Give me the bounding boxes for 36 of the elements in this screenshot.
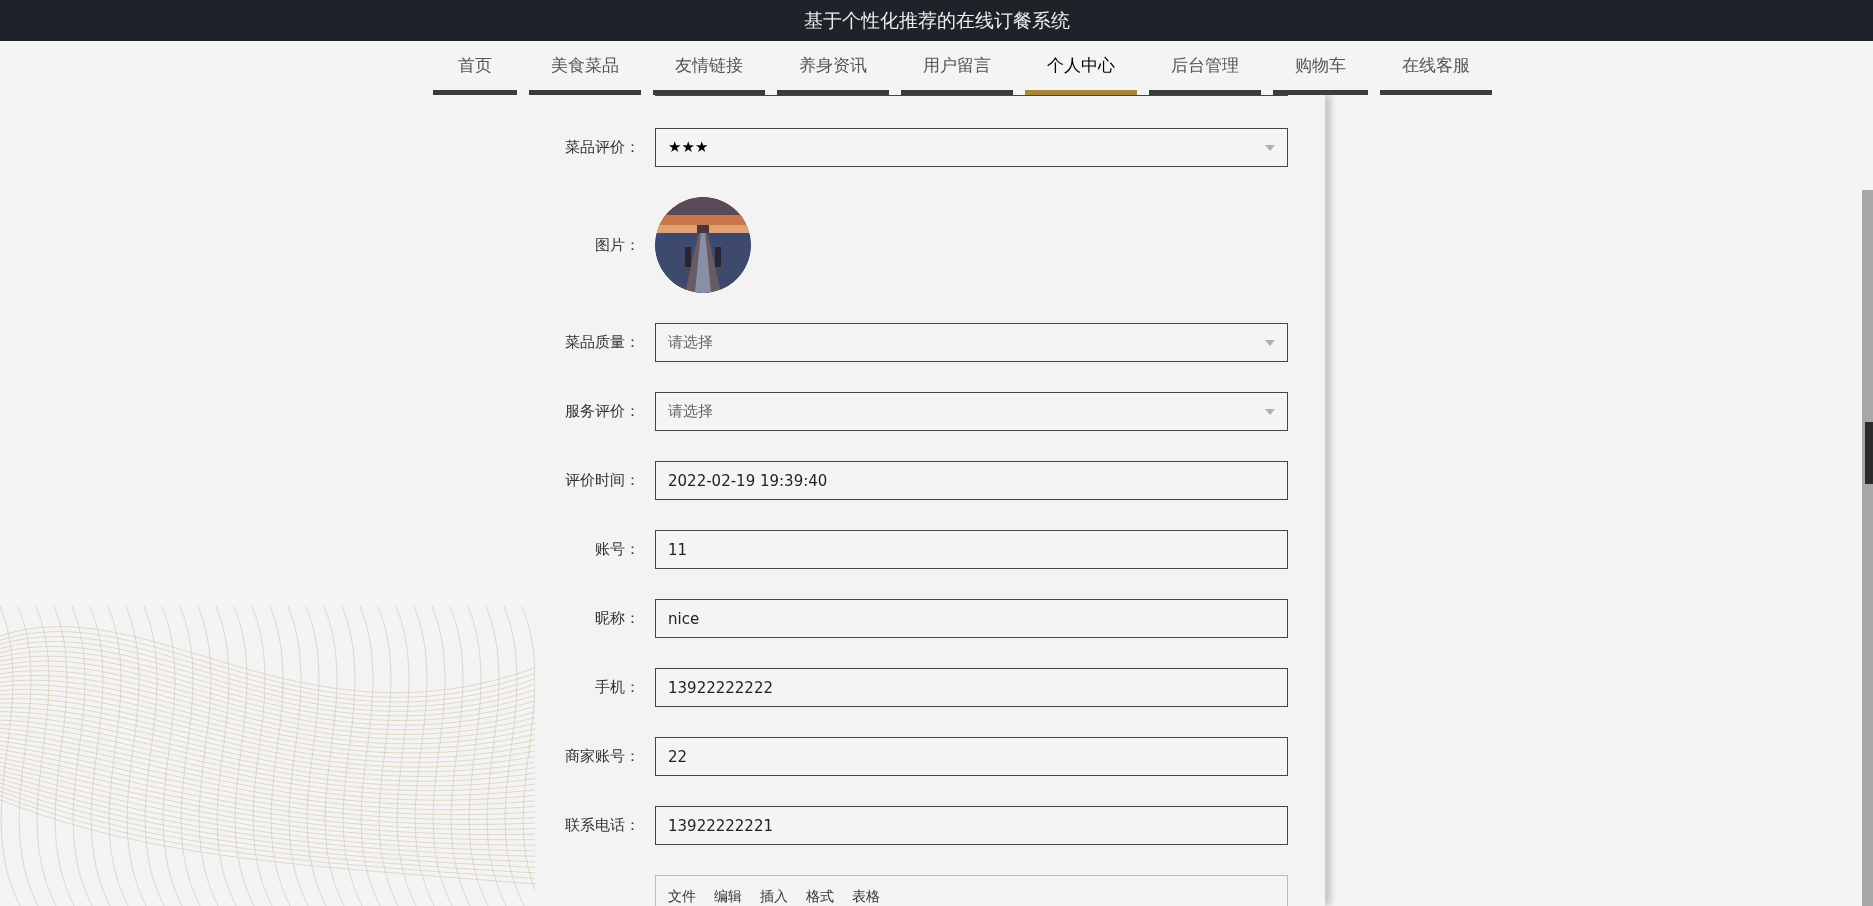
field-label: 手机：: [594, 677, 640, 699]
scrollbar[interactable]: [1862, 190, 1873, 906]
caret-icon: [1265, 339, 1275, 346]
nav-tab[interactable]: 在线客服: [1380, 41, 1492, 95]
field-label: 联系电话：: [564, 815, 640, 837]
input-field[interactable]: 13922222221: [655, 806, 1288, 845]
input-field[interactable]: 11: [655, 530, 1288, 569]
input-field[interactable]: 2022-02-19 19:39:40: [655, 461, 1288, 500]
editor-menu-item[interactable]: 格式: [806, 886, 834, 906]
select-field[interactable]: ★★★: [655, 128, 1288, 167]
editor-menu-item[interactable]: 插入: [760, 886, 788, 906]
input-field[interactable]: 22: [655, 737, 1288, 776]
input-field[interactable]: 13922222222: [655, 668, 1288, 707]
field-label: 账号：: [594, 539, 640, 561]
field-label: 评价时间：: [564, 470, 640, 492]
select-field[interactable]: 请选择: [655, 392, 1288, 431]
nav-tab[interactable]: 首页: [433, 41, 517, 95]
select-placeholder: 请选择: [668, 332, 713, 354]
field-label: 菜品质量：: [564, 332, 640, 354]
field-label: 图片：: [594, 234, 640, 256]
editor-menu-item[interactable]: 表格: [852, 886, 880, 906]
caret-icon: [1265, 144, 1275, 151]
input-field[interactable]: nice: [655, 599, 1288, 638]
scrollbar-thumb[interactable]: [1865, 422, 1873, 484]
rich-text-editor[interactable]: 文件 编辑 插入 格式 表格: [655, 875, 1288, 906]
caret-icon: [1265, 408, 1275, 415]
select-placeholder: 请选择: [668, 401, 713, 423]
field-label: 商家账号：: [564, 746, 640, 768]
editor-menu-item[interactable]: 编辑: [714, 886, 742, 906]
field-label: 菜品评价：: [564, 137, 640, 159]
field-label: 昵称：: [594, 608, 640, 630]
select-field[interactable]: 请选择: [655, 323, 1288, 362]
editor-menu-item[interactable]: 文件: [668, 886, 696, 906]
field-label: 服务评价：: [564, 401, 640, 423]
select-value: ★★★: [668, 137, 709, 159]
site-title: 基于个性化推荐的在线订餐系统: [803, 8, 1070, 34]
